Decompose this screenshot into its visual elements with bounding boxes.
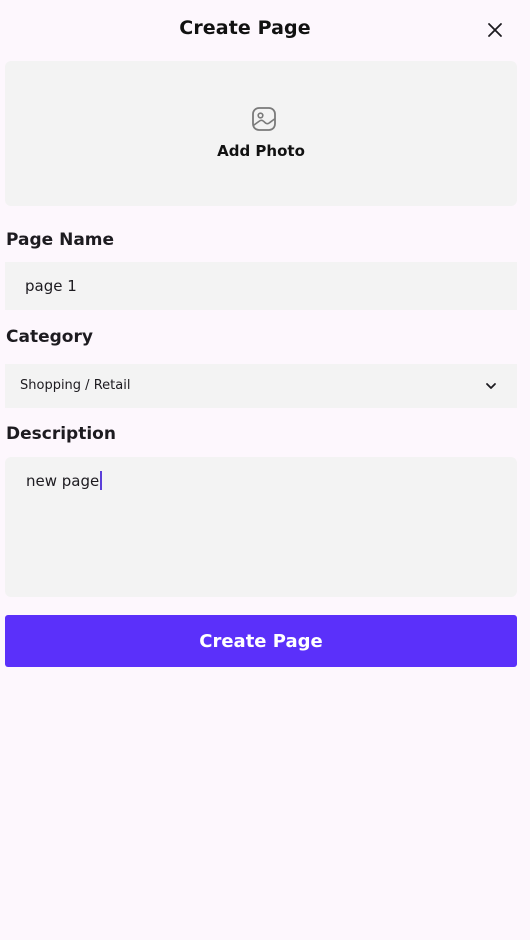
close-button[interactable] [479, 14, 511, 46]
chevron-down-icon [486, 383, 496, 389]
image-icon [252, 107, 276, 131]
close-icon [488, 23, 502, 37]
description-textarea[interactable]: new page [5, 457, 517, 597]
page-name-label: Page Name [6, 230, 115, 250]
description-text-row: new page [26, 471, 103, 490]
category-label: Category [6, 327, 93, 347]
description-label: Description [6, 424, 116, 444]
create-page-button[interactable]: Create Page [5, 615, 517, 667]
page-name-input[interactable] [5, 262, 517, 310]
page-title: Create Page [179, 17, 311, 39]
header: Create Page [0, 0, 530, 60]
create-page-screen: Create Page Add Photo Page Name Category… [0, 0, 530, 940]
description-value: new page [26, 472, 100, 490]
category-selected-value: Shopping / Retail [20, 378, 131, 393]
add-photo-button[interactable]: Add Photo [5, 61, 517, 206]
category-select[interactable]: Shopping / Retail [5, 364, 517, 408]
text-cursor [100, 471, 103, 490]
add-photo-label: Add Photo [217, 142, 305, 160]
